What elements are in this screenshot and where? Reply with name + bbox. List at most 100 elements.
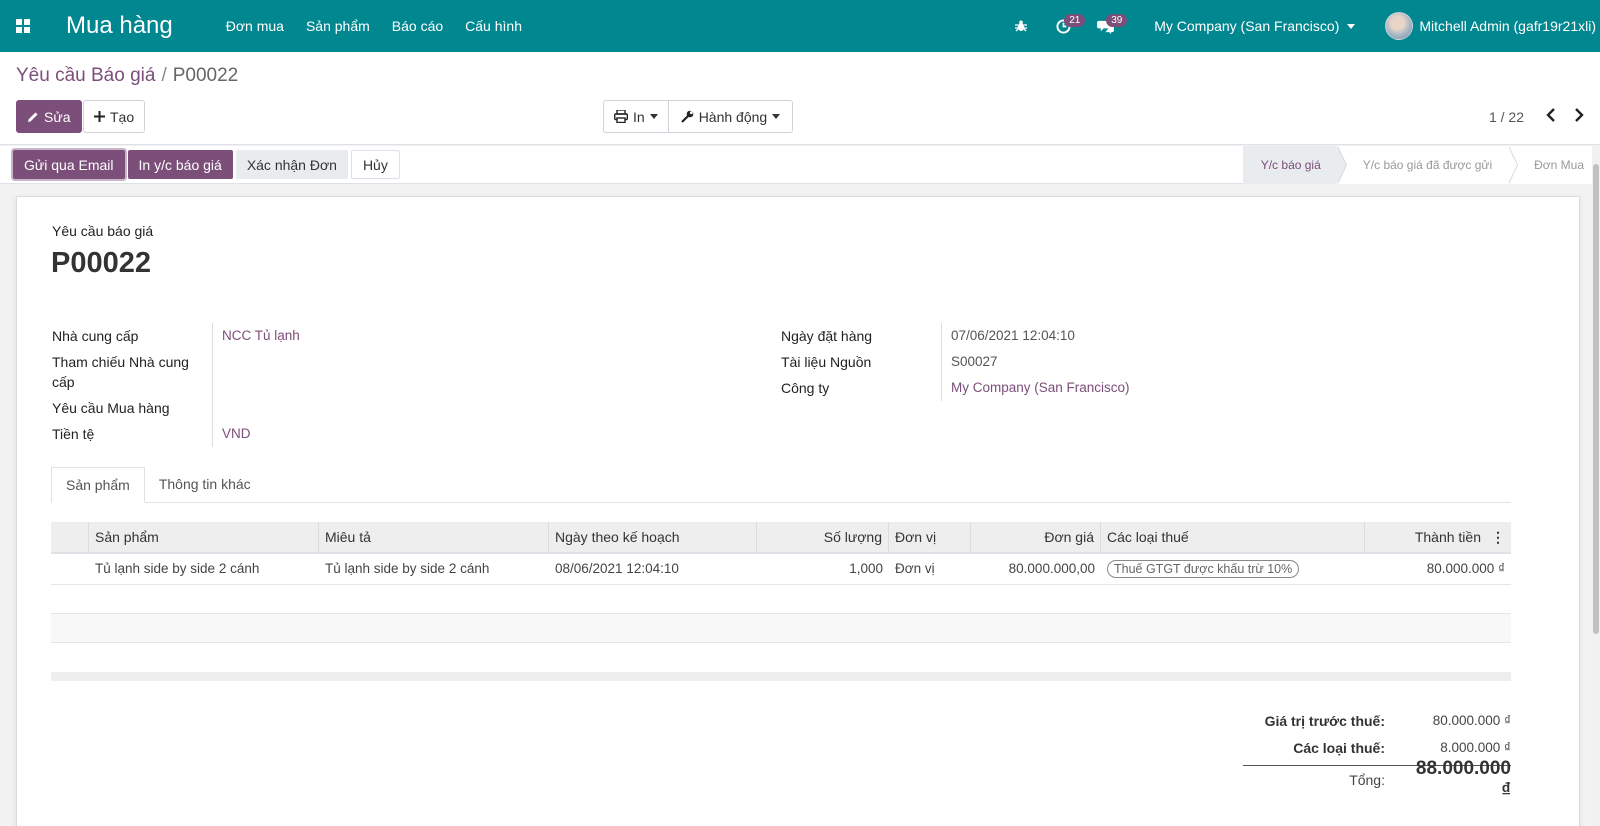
field-order-date: Ngày đặt hàng 07/06/2021 12:04:10	[781, 323, 1481, 349]
column-header-quantity[interactable]: Số lượng	[757, 522, 889, 552]
clock-icon[interactable]: 21	[1042, 0, 1086, 52]
order-date-value[interactable]: 07/06/2021 12:04:10	[941, 323, 1481, 349]
menu-item-reporting[interactable]: Báo cáo	[381, 0, 454, 52]
company-switcher[interactable]: My Company (San Francisco)	[1154, 18, 1356, 34]
wrench-icon	[680, 110, 693, 123]
column-header-product[interactable]: Sản phẩm	[89, 522, 319, 552]
create-button-label: Tạo	[110, 108, 135, 125]
breadcrumb-parent[interactable]: Yêu cầu Báo giá	[16, 65, 155, 86]
field-label: Nhà cung cấp	[52, 328, 139, 344]
cell-taxes[interactable]: Thuế GTGT được khấu trừ 10%	[1101, 554, 1365, 584]
field-vendor-reference: Tham chiếu Nhà cung cấp	[52, 349, 752, 395]
menu-item-purchase[interactable]: Đơn mua	[215, 0, 295, 52]
notebook-tabs: Sản phẩm Thông tin khác	[51, 467, 1511, 503]
column-header-unit-price[interactable]: Đơn giá	[971, 522, 1101, 552]
create-button[interactable]: Tạo	[83, 100, 146, 133]
cell-unit-price[interactable]: 80.000.000,00	[971, 554, 1101, 584]
form-sheet: Yêu cầu báo giá P00022 Nhà cung cấp NCC …	[16, 196, 1580, 826]
field-vendor: Nhà cung cấp NCC Tủ lạnh	[52, 323, 752, 349]
kebab-icon[interactable]: ⋮	[1491, 522, 1505, 552]
document-type: Yêu cầu báo giá	[52, 223, 154, 239]
breadcrumb-current: P00022	[172, 65, 239, 86]
confirm-order-button[interactable]: Xác nhận Đơn	[235, 150, 348, 179]
column-header-subtotal[interactable]: Thành tiền ⋮	[1365, 522, 1511, 552]
systray: 21 39 My Company (San Francisco) Mitchel…	[1000, 0, 1600, 52]
purchase-request-value[interactable]	[212, 395, 752, 421]
action-label: Hành động	[698, 108, 768, 125]
handle-column	[51, 522, 89, 552]
send-email-button[interactable]: Gửi qua Email	[13, 150, 125, 179]
scrollbar-thumb[interactable]	[1593, 164, 1599, 634]
action-toolbar: In Hành động	[603, 100, 794, 133]
source-document-value[interactable]: S00027	[941, 349, 1481, 375]
vendor-value[interactable]: NCC Tủ lạnh	[212, 323, 752, 349]
chevron-down-icon	[772, 114, 781, 119]
print-dropdown[interactable]: In	[603, 100, 669, 133]
untaxed-amount-label: Giá trị trước thuế:	[1264, 712, 1385, 729]
field-label: Tài liệu Nguồn	[781, 354, 872, 370]
column-header-subtotal-label: Thành tiền	[1414, 529, 1481, 545]
tax-amount-label: Các loại thuế:	[1293, 739, 1385, 756]
breadcrumb: Yêu cầu Báo giá / P00022	[16, 65, 238, 87]
menu-item-products[interactable]: Sản phẩm	[295, 0, 381, 52]
edit-button-label: Sửa	[44, 108, 71, 125]
apps-icon[interactable]	[0, 0, 46, 52]
untaxed-amount-value: 80.000.000 ₫	[1432, 713, 1511, 728]
menu-item-configuration[interactable]: Cấu hình	[454, 0, 533, 52]
table-header: Sản phẩm Miêu tả Ngày theo kế hoạch Số l…	[51, 522, 1511, 554]
print-rfq-button[interactable]: In y/c báo giá	[127, 150, 233, 179]
order-totals: Giá trị trước thuế: 80.000.000 ₫ Các loạ…	[1243, 707, 1511, 801]
total-amount-label: Tổng:	[1349, 771, 1385, 788]
currency-value[interactable]: VND	[212, 421, 752, 447]
table-footer	[51, 672, 1511, 681]
tax-tag: Thuế GTGT được khấu trừ 10%	[1107, 560, 1300, 578]
cell-description[interactable]: Tủ lạnh side by side 2 cánh	[319, 554, 549, 584]
print-label: In	[633, 108, 645, 125]
chat-icon[interactable]: 39	[1084, 0, 1128, 52]
order-lines-table: Sản phẩm Miêu tả Ngày theo kế hoạch Số l…	[51, 522, 1511, 681]
breadcrumb-separator: /	[161, 65, 167, 86]
form-group-right: Ngày đặt hàng 07/06/2021 12:04:10 Tài li…	[781, 323, 1481, 401]
stage-pipeline: Y/c báo giá Y/c báo giá đã được gửi Đơn …	[1242, 146, 1600, 184]
action-dropdown[interactable]: Hành động	[668, 100, 794, 133]
column-header-description[interactable]: Miêu tả	[319, 522, 549, 552]
stage-rfq-sent[interactable]: Y/c báo giá đã được gửi	[1336, 146, 1519, 184]
tab-other-info[interactable]: Thông tin khác	[145, 467, 265, 503]
status-bar: Gửi qua Email In y/c báo giá Xác nhận Đơ…	[0, 146, 1600, 184]
total-amount-row: Tổng: 88.000.000 ₫	[1243, 758, 1511, 801]
user-menu[interactable]: Mitchell Admin (gafr19r21xli)	[1385, 12, 1600, 40]
pager-value[interactable]: 1 / 22	[1489, 109, 1524, 125]
cell-product[interactable]: Tủ lạnh side by side 2 cánh	[89, 554, 319, 584]
column-header-uom[interactable]: Đơn vị	[889, 522, 971, 552]
plus-icon	[94, 111, 105, 122]
app-name[interactable]: Mua hàng	[66, 12, 173, 40]
chevron-right-icon[interactable]	[1574, 106, 1584, 127]
pager: 1 / 22	[1489, 100, 1584, 133]
chevron-down-icon	[649, 114, 658, 119]
column-header-taxes[interactable]: Các loại thuế	[1101, 522, 1365, 552]
vendor-reference-value[interactable]	[212, 349, 752, 395]
cell-uom[interactable]: Đơn vị	[889, 554, 971, 584]
edit-button[interactable]: Sửa	[16, 100, 82, 133]
tab-products[interactable]: Sản phẩm	[51, 467, 145, 503]
cell-quantity[interactable]: 1,000	[757, 554, 889, 584]
total-amount-value: 88.000.000 ₫	[1415, 757, 1511, 801]
page-scrollbar[interactable]	[1592, 146, 1600, 826]
field-company: Công ty My Company (San Francisco)	[781, 375, 1481, 401]
field-purchase-request: Yêu cầu Mua hàng	[52, 395, 752, 421]
chevron-left-icon[interactable]	[1546, 106, 1556, 127]
field-label: Tham chiếu Nhà cung cấp	[52, 354, 189, 390]
cancel-button[interactable]: Hủy	[350, 150, 400, 179]
stage-rfq[interactable]: Y/c báo giá	[1242, 146, 1347, 184]
untaxed-amount-row: Giá trị trước thuế: 80.000.000 ₫	[1243, 707, 1511, 734]
main-menu: Đơn mua Sản phẩm Báo cáo Cấu hình	[215, 0, 533, 52]
company-value[interactable]: My Company (San Francisco)	[941, 375, 1481, 401]
empty-row	[51, 585, 1511, 614]
field-label: Yêu cầu Mua hàng	[52, 400, 170, 416]
stage-purchase-order[interactable]: Đơn Mua	[1508, 146, 1600, 184]
cell-date-planned[interactable]: 08/06/2021 12:04:10	[549, 554, 757, 584]
bug-icon[interactable]	[1000, 0, 1042, 52]
table-row[interactable]: Tủ lạnh side by side 2 cánh Tủ lạnh side…	[51, 554, 1511, 585]
message-count-badge: 39	[1106, 14, 1128, 27]
column-header-date-planned[interactable]: Ngày theo kế hoạch	[549, 522, 757, 552]
